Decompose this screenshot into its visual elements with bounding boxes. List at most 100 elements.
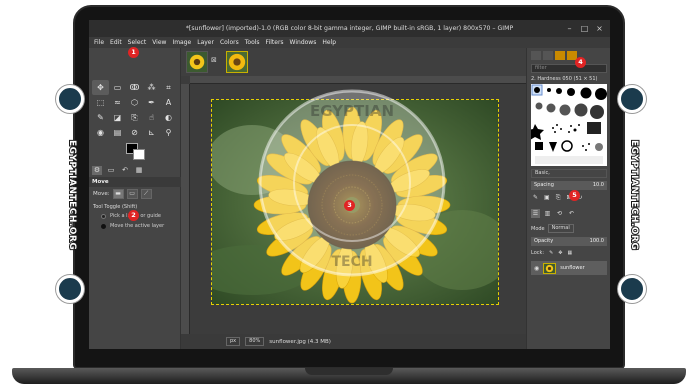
brand-text-right: EGYPTIANTECH.ORG <box>628 139 640 251</box>
menu-tools[interactable]: Tools <box>245 37 260 48</box>
paths-icon[interactable]: ✒ <box>143 95 160 110</box>
move-selection-icon[interactable]: ▭ <box>126 189 138 199</box>
menu-layer[interactable]: Layer <box>197 37 214 48</box>
mode-select[interactable]: Normal <box>547 224 574 233</box>
color-picker-icon[interactable]: ⊘ <box>126 125 143 140</box>
rect-select-icon[interactable]: ▭ <box>109 80 126 95</box>
fuzzy-select-icon[interactable]: ⁂ <box>143 80 160 95</box>
layer-item[interactable]: ◉ sunflower <box>531 261 607 275</box>
smudge-icon[interactable]: ☝ <box>143 110 160 125</box>
window-title: *[sunflower] (imported)-1.0 (RGB color 8… <box>185 25 514 32</box>
menu-edit[interactable]: Edit <box>110 37 122 48</box>
dodge-icon[interactable]: ◐ <box>160 110 177 125</box>
zoom-select[interactable]: 80% <box>245 337 265 346</box>
minimize-icon[interactable]: – <box>565 24 574 33</box>
device-status-tab-icon[interactable]: ▭ <box>106 166 116 175</box>
right-dock: filter 2. Hardness 050 (51 × 51) Basic, … <box>526 48 610 349</box>
menu-windows[interactable]: Windows <box>290 37 317 48</box>
eye-icon[interactable]: ◉ <box>534 265 539 272</box>
brush-dock-tabs <box>531 51 577 60</box>
move-mode-row: Move: ▬ ▭ ⟋ <box>93 189 152 199</box>
clone-icon[interactable]: ⎘ <box>126 110 143 125</box>
images-tab-icon[interactable]: ▦ <box>134 166 144 175</box>
gimp-window: *[sunflower] (imported)-1.0 (RGB color 8… <box>89 20 610 349</box>
image-tab-thumbnail[interactable] <box>186 51 208 73</box>
horizontal-ruler[interactable] <box>190 76 526 84</box>
radio-dot <box>101 223 106 229</box>
title-bar: *[sunflower] (imported)-1.0 (RGB color 8… <box>89 20 610 37</box>
measure-icon[interactable]: ⊾ <box>143 125 160 140</box>
marker-3: 3 <box>344 200 355 211</box>
menu-view[interactable]: View <box>152 37 166 48</box>
lasso-icon[interactable]: ↂ <box>126 80 143 95</box>
crop-icon[interactable]: ⌗ <box>160 80 177 95</box>
brush-preset-select[interactable]: Basic, <box>531 169 607 178</box>
spacing-label: Spacing <box>534 182 554 188</box>
cage-icon[interactable]: ⬡ <box>126 95 143 110</box>
brand-right: EGYPTIANTECH.ORG <box>612 83 658 308</box>
text-icon[interactable]: A <box>160 95 177 110</box>
laptop-notch <box>305 368 393 375</box>
layers-dock-tabs: ☰ ▥ ⟲ ↶ <box>531 209 576 218</box>
lock-alpha-icon[interactable]: ▦ <box>568 250 573 256</box>
undo-history-tab-icon[interactable]: ↶ <box>120 166 130 175</box>
file-info: sunflower.jpg (4.3 MB) <box>269 338 331 345</box>
brand-left: EGYPTIANTECH.ORG <box>50 83 96 308</box>
menu-filters[interactable]: Filters <box>266 37 284 48</box>
close-icon[interactable]: × <box>595 24 604 33</box>
duplicate-brush-icon[interactable]: ⎘ <box>556 194 561 202</box>
tool-options-title: Move <box>89 177 181 187</box>
eraser-icon[interactable]: ◪ <box>109 110 126 125</box>
paths-tab-icon[interactable]: ⟲ <box>555 209 564 218</box>
options-tabs: ⚙ ▭ ↶ ▦ <box>92 166 144 175</box>
brushes-tab-icon[interactable] <box>531 51 541 60</box>
lock-position-icon[interactable]: ✥ <box>558 250 562 256</box>
marker-4: 4 <box>575 57 586 68</box>
menu-image[interactable]: Image <box>172 37 191 48</box>
menu-bar: File Edit Select View Image Layer Colors… <box>89 37 610 48</box>
layer-thumbnail <box>543 262 557 274</box>
background-color[interactable] <box>133 149 145 160</box>
radio-dot <box>101 213 106 219</box>
new-brush-icon[interactable]: ▣ <box>544 194 550 202</box>
patterns-tab-icon[interactable] <box>543 51 553 60</box>
close-tab-icon[interactable]: ⊠ <box>211 56 217 64</box>
menu-colors[interactable]: Colors <box>220 37 239 48</box>
mode-label: Mode <box>531 225 545 232</box>
brand-seal-icon <box>618 275 646 303</box>
window-controls: – □ × <box>565 24 604 33</box>
image-tab-thumbnail-active[interactable] <box>226 51 248 73</box>
sunflower-image[interactable] <box>211 99 499 305</box>
brush-grid[interactable] <box>531 84 607 166</box>
move-path-icon[interactable]: ⟋ <box>140 189 152 199</box>
opacity-slider[interactable]: Opacity 100.0 <box>531 237 607 246</box>
undo-tab-icon[interactable]: ↶ <box>567 209 576 218</box>
menu-help[interactable]: Help <box>322 37 336 48</box>
move-layer-icon[interactable]: ▬ <box>112 189 124 199</box>
tool-toggle-label: Tool Toggle (Shift) <box>93 204 138 210</box>
layer-mode-row: Mode Normal <box>531 224 607 233</box>
layers-tab-icon[interactable]: ☰ <box>531 209 540 218</box>
maximize-icon[interactable]: □ <box>580 24 589 33</box>
zoom-icon[interactable]: ⚲ <box>160 125 177 140</box>
brand-seal-icon <box>618 85 646 113</box>
lock-row: Lock: ✎ ✥ ▦ <box>531 250 572 256</box>
color-swatches[interactable] <box>126 143 146 161</box>
vertical-ruler[interactable] <box>181 84 190 334</box>
menu-file[interactable]: File <box>94 37 104 48</box>
warp-icon[interactable]: ≈ <box>109 95 126 110</box>
image-tabs: ⊠ <box>181 48 526 76</box>
radio-move-active-layer[interactable]: Move the active layer <box>101 223 164 229</box>
channels-tab-icon[interactable]: ▥ <box>543 209 552 218</box>
brand-seal-icon <box>56 85 84 113</box>
fonts-tab-icon[interactable] <box>555 51 565 60</box>
brush-spacing-slider[interactable]: Spacing 10.0 <box>531 181 607 190</box>
gradient-icon[interactable]: ▤ <box>109 125 126 140</box>
marker-1: 1 <box>128 47 139 58</box>
menu-select[interactable]: Select <box>128 37 147 48</box>
lock-pixels-icon[interactable]: ✎ <box>549 250 553 256</box>
edit-brush-icon[interactable]: ✎ <box>533 194 538 202</box>
brush-filter-input[interactable]: filter <box>531 64 607 73</box>
status-bar: px 80% sunflower.jpg (4.3 MB) <box>181 334 526 349</box>
unit-select[interactable]: px <box>226 337 241 346</box>
